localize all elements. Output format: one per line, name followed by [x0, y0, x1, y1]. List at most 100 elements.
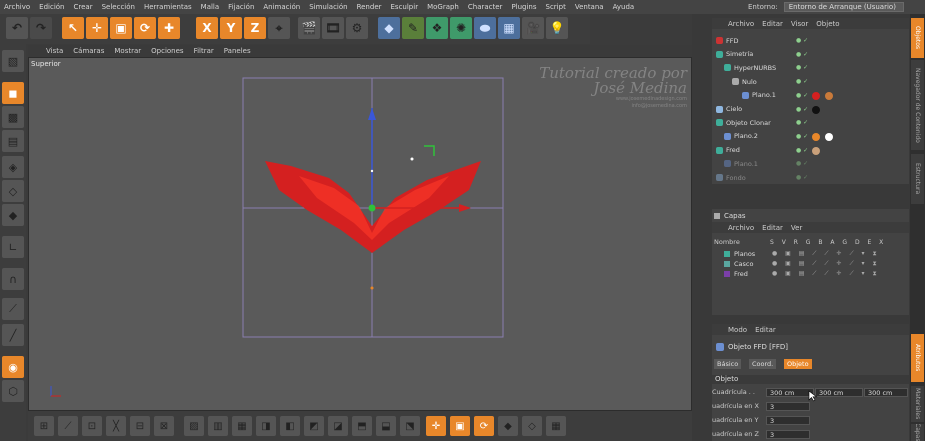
- menu-ventana[interactable]: Ventana: [575, 3, 604, 11]
- viewport-menu-mostrar[interactable]: Mostrar: [114, 47, 141, 55]
- visibility-check-icon[interactable]: ● ✓: [796, 160, 808, 167]
- material-tag-icon[interactable]: [825, 132, 833, 141]
- viewport-menu-opciones[interactable]: Opciones: [151, 47, 183, 55]
- menu-render[interactable]: Render: [357, 3, 382, 11]
- grid-x-field[interactable]: 3: [766, 402, 810, 411]
- f-curve-icon[interactable]: ╳: [106, 416, 126, 436]
- layer-flag-icons[interactable]: ● ▣ ▤ ⟋ ⟋ ✛ ⟋ ▾ ⧗: [772, 270, 880, 278]
- material-tag-icon[interactable]: [812, 132, 820, 141]
- record-icon[interactable]: ⊠: [154, 416, 174, 436]
- side-tab-0[interactable]: Objetos: [911, 18, 924, 58]
- object-row[interactable]: Nulo ● ✓: [712, 75, 909, 88]
- viewport-menu-vista[interactable]: Vista: [46, 47, 63, 55]
- visibility-check-icon[interactable]: ● ✓: [796, 37, 808, 44]
- attr-menu-editar[interactable]: Editar: [755, 326, 776, 334]
- object-row[interactable]: Plano.2 ● ✓: [712, 130, 909, 143]
- side-tab-4[interactable]: Materiales: [911, 386, 924, 422]
- floor-icon[interactable]: ▦: [498, 17, 520, 39]
- snap-2d-icon[interactable]: ▥: [208, 416, 228, 436]
- visibility-check-icon[interactable]: ● ✓: [796, 106, 808, 113]
- bevel-icon[interactable]: ◪: [328, 416, 348, 436]
- object-row[interactable]: FFD ● ✓: [712, 34, 909, 47]
- frame-tool-icon[interactable]: ◇: [522, 416, 542, 436]
- recent-tool-icon[interactable]: ✚: [158, 17, 180, 39]
- viewport[interactable]: Superior Tutorial creado por José Medina…: [28, 57, 692, 411]
- points-mode-icon[interactable]: ◈: [2, 156, 24, 178]
- redo-button[interactable]: ↷: [30, 17, 52, 39]
- side-tab-1[interactable]: Navegador de Contenido: [911, 60, 924, 150]
- visibility-check-icon[interactable]: ● ✓: [796, 119, 808, 126]
- layers-menu-editar[interactable]: Editar: [762, 224, 783, 232]
- z-axis-button[interactable]: Z: [244, 17, 266, 39]
- x-axis-button[interactable]: X: [196, 17, 218, 39]
- menu-mograph[interactable]: MoGraph: [427, 3, 459, 11]
- grid-size-z-field[interactable]: 300 cm: [864, 388, 908, 397]
- attr-tab-objeto[interactable]: Objeto: [784, 359, 812, 369]
- menu-malla[interactable]: Malla: [201, 3, 220, 11]
- edges-tool-icon[interactable]: ◧: [280, 416, 300, 436]
- live-selection-icon[interactable]: ↖: [62, 17, 84, 39]
- keyframe-icon[interactable]: ⊡: [82, 416, 102, 436]
- scale-tool-icon[interactable]: ▣: [450, 416, 470, 436]
- material-tag-icon[interactable]: [812, 91, 820, 100]
- cube-tool-icon[interactable]: ◆: [498, 416, 518, 436]
- render-view-icon[interactable]: 🎬: [298, 17, 320, 39]
- array-icon[interactable]: ✺: [450, 17, 472, 39]
- menu-fijacion[interactable]: Fijación: [228, 3, 254, 11]
- polygons-mode-icon[interactable]: ◆: [2, 204, 24, 226]
- layer-row[interactable]: Fred ● ▣ ▤ ⟋ ⟋ ✛ ⟋ ▾ ⧗: [712, 269, 909, 279]
- make-editable-icon[interactable]: ▧: [2, 50, 24, 72]
- lock-workplane-icon[interactable]: ⬡: [2, 380, 24, 402]
- rotate-tool-icon[interactable]: ⟳: [474, 416, 494, 436]
- visibility-check-icon[interactable]: ● ✓: [796, 133, 808, 140]
- inner-extrude-icon[interactable]: ⬓: [376, 416, 396, 436]
- layer-color-swatch[interactable]: [724, 251, 730, 257]
- camera-icon[interactable]: 🎥: [522, 17, 544, 39]
- menu-herramientas[interactable]: Herramientas: [144, 3, 192, 11]
- side-tab-3[interactable]: Atributos: [911, 334, 924, 382]
- polygons-tool-icon[interactable]: ◩: [304, 416, 324, 436]
- move-icon[interactable]: ✛: [86, 17, 108, 39]
- viewport-menu-paneles[interactable]: Paneles: [224, 47, 251, 55]
- menu-crear[interactable]: Crear: [74, 3, 93, 11]
- spline-pen-icon[interactable]: ✎: [402, 17, 424, 39]
- deformer-icon[interactable]: ⬬: [474, 17, 496, 39]
- viewport-menu-filtrar[interactable]: Filtrar: [194, 47, 214, 55]
- grid-size-x-field[interactable]: 300 cm: [766, 388, 814, 397]
- visibility-check-icon[interactable]: ● ✓: [796, 78, 808, 85]
- render-picture-viewer-icon[interactable]: 🎞: [322, 17, 344, 39]
- subdivision-surface-icon[interactable]: ❖: [426, 17, 448, 39]
- layer-flag-icons[interactable]: ● ▣ ▤ ⟋ ⟋ ✛ ⟋ ▾ ⧗: [772, 260, 880, 268]
- rotate-icon[interactable]: ⟳: [134, 17, 156, 39]
- extrude-icon[interactable]: ⬒: [352, 416, 372, 436]
- menu-plugins[interactable]: Plugins: [511, 3, 536, 11]
- autokey-icon[interactable]: ▨: [184, 416, 204, 436]
- objmgr-menu-objeto[interactable]: Objeto: [816, 20, 839, 28]
- menu-edicion[interactable]: Edición: [39, 3, 64, 11]
- menu-archivo[interactable]: Archivo: [4, 3, 30, 11]
- menu-character[interactable]: Character: [468, 3, 503, 11]
- object-row[interactable]: Simetría ● ✓: [712, 48, 909, 61]
- object-row[interactable]: HyperNURBS ● ✓: [712, 61, 909, 74]
- loop-cut-icon[interactable]: ⬔: [400, 416, 420, 436]
- object-row[interactable]: Cielo ● ✓: [712, 103, 909, 116]
- edges-mode-icon[interactable]: ◇: [2, 180, 24, 202]
- grid-tool-icon[interactable]: ▦: [546, 416, 566, 436]
- environment-select[interactable]: Entorno de Arranque (Usuario): [783, 2, 904, 12]
- attr-tab-coord[interactable]: Coord.: [749, 359, 777, 369]
- points-tool-icon[interactable]: ◨: [256, 416, 276, 436]
- grid-y-field[interactable]: 3: [766, 416, 810, 425]
- menu-seleccion[interactable]: Selección: [102, 3, 135, 11]
- material-tag-icon[interactable]: [812, 146, 820, 155]
- visibility-check-icon[interactable]: ● ✓: [796, 174, 808, 181]
- object-row[interactable]: Objeto Clonar ● ✓: [712, 116, 909, 129]
- snap-3d-icon[interactable]: ▦: [232, 416, 252, 436]
- menu-ayuda[interactable]: Ayuda: [613, 3, 635, 11]
- texture-mode-icon[interactable]: ▩: [2, 106, 24, 128]
- objmgr-menu-visor[interactable]: Visor: [791, 20, 808, 28]
- scale-icon[interactable]: ▣: [110, 17, 132, 39]
- material-tag-icon[interactable]: [825, 91, 833, 100]
- layer-row[interactable]: Casco ● ▣ ▤ ⟋ ⟋ ✛ ⟋ ▾ ⧗: [712, 259, 909, 269]
- objmgr-menu-editar[interactable]: Editar: [762, 20, 783, 28]
- visibility-check-icon[interactable]: ● ✓: [796, 147, 808, 154]
